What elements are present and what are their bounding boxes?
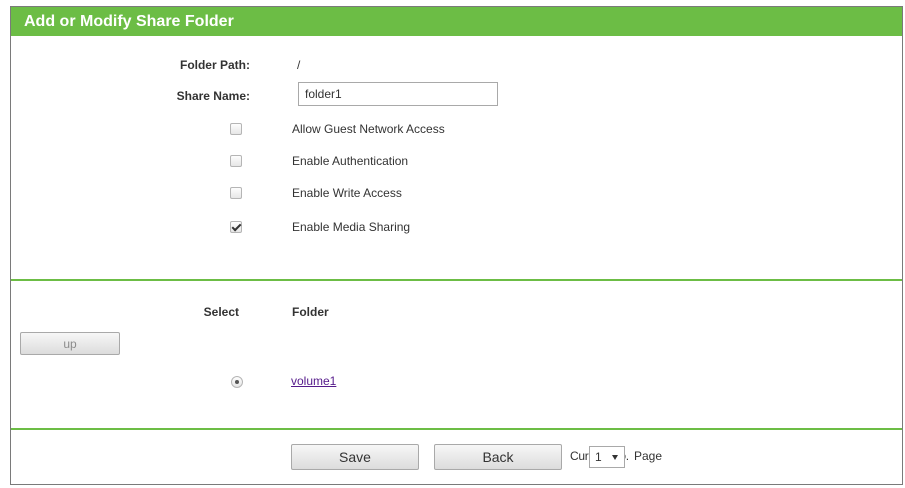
enable-write-access-label: Enable Write Access (292, 186, 402, 200)
enable-media-sharing-checkbox[interactable] (230, 221, 242, 233)
enable-authentication-checkbox[interactable] (230, 155, 242, 167)
folder-link-volume1[interactable]: volume1 (291, 374, 336, 388)
footer-divider (11, 428, 902, 430)
enable-write-access-checkbox[interactable] (230, 187, 242, 199)
current-page-value: 1 (595, 450, 602, 464)
back-button[interactable]: Back (434, 444, 562, 470)
share-name-label: Share Name: (176, 89, 250, 103)
select-column-header: Select (203, 305, 239, 319)
page-title: Add or Modify Share Folder (11, 7, 902, 36)
current-page-select[interactable]: 1 (589, 446, 625, 468)
folder-select-radio[interactable] (231, 376, 243, 388)
guest-network-access-label: Allow Guest Network Access (292, 122, 445, 136)
share-folder-panel: Add or Modify Share Folder Folder Path: … (10, 6, 903, 485)
guest-network-access-checkbox[interactable] (230, 123, 242, 135)
folder-path-label: Folder Path: (179, 58, 250, 72)
section-divider (11, 279, 902, 281)
folder-path-value: / (297, 58, 301, 72)
chevron-down-icon (612, 455, 618, 460)
folder-column-header: Folder (292, 305, 329, 319)
up-button[interactable]: up (20, 332, 120, 355)
page-label: Page (634, 449, 663, 463)
save-button[interactable]: Save (291, 444, 419, 470)
enable-authentication-label: Enable Authentication (292, 154, 409, 168)
enable-media-sharing-label: Enable Media Sharing (292, 220, 411, 234)
share-name-input[interactable] (298, 82, 498, 106)
